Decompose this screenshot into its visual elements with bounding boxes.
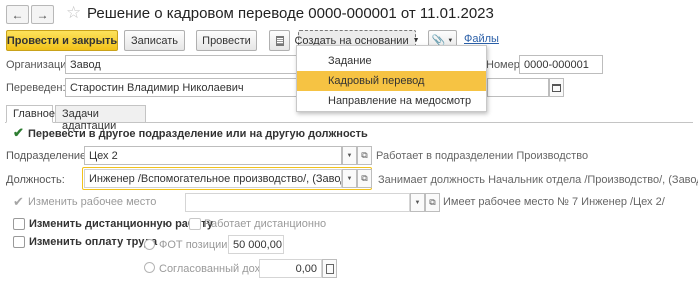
fot-field[interactable]: 50 000,00 [228, 235, 284, 254]
remote-checkbox[interactable] [13, 218, 25, 230]
chevron-down-icon: ▼ [412, 37, 420, 44]
workplace-checkbox[interactable]: ✔ [13, 194, 25, 209]
files-link[interactable]: Файлы [464, 33, 499, 45]
journal-button[interactable] [269, 30, 290, 51]
department-label: Подразделение: [6, 150, 90, 162]
open-link-icon: ⧉ [429, 197, 436, 207]
position-note: Занимает должность Начальник отдела /Про… [378, 174, 698, 186]
checkmark-icon: ✔ [13, 125, 24, 140]
post-button[interactable]: Провести [196, 30, 257, 51]
department-open-button[interactable]: ⧉ [357, 146, 372, 165]
arrow-right-icon: → [36, 7, 49, 22]
post-and-close-button[interactable]: Провести и закрыть [6, 30, 118, 51]
checkmark-icon: ✔ [13, 194, 24, 209]
calculator-icon [325, 263, 334, 274]
save-button[interactable]: Записать [124, 30, 185, 51]
calendar-icon [552, 83, 561, 92]
tab-main[interactable]: Главное [6, 105, 56, 123]
position-label: Должность: [6, 174, 65, 186]
chevron-down-icon: ▼ [414, 199, 421, 206]
arrow-left-icon: ← [11, 7, 24, 22]
position-field[interactable]: Инженер /Вспомогательное производство/, … [84, 169, 342, 188]
tab-adaptation-tasks[interactable]: Задачи адаптации [55, 105, 146, 132]
workplace-checkbox-label: Изменить рабочее место [28, 196, 157, 208]
chevron-down-icon: ▼ [447, 37, 454, 44]
pay-checkbox[interactable] [13, 236, 25, 248]
menu-item-personnel-transfer[interactable]: Кадровый перевод [297, 71, 486, 91]
agreed-income-calc-button[interactable] [322, 259, 337, 278]
fot-label: ФОТ позиции [159, 239, 228, 251]
transferred-label: Переведен: [6, 82, 66, 94]
workplace-field[interactable] [185, 193, 410, 212]
transfer-checkbox[interactable]: ✔ [13, 125, 25, 140]
department-dropdown-button[interactable]: ▼ [342, 146, 357, 165]
organization-field[interactable]: Завод [65, 55, 297, 74]
open-link-icon: ⧉ [361, 173, 368, 183]
menu-item-task[interactable]: Задание [297, 51, 486, 71]
favorite-star-icon[interactable]: ☆ [66, 3, 81, 23]
tab-main-label: Главное [13, 108, 56, 120]
agreed-income-field[interactable]: 0,00 [259, 259, 322, 278]
document-list-icon [275, 35, 284, 46]
employee-field[interactable]: Старостин Владимир Николаевич [65, 78, 297, 97]
files-link-label: Файлы [464, 33, 499, 45]
position-dropdown-button[interactable]: ▼ [342, 169, 357, 188]
department-field[interactable]: Цех 2 [84, 146, 342, 165]
forward-button[interactable]: → [31, 5, 54, 24]
fot-radio[interactable] [144, 239, 155, 250]
remote-works-label: Работает дистанционно [204, 218, 327, 230]
page-title: Решение о кадровом переводе 0000-000001 … [87, 5, 494, 22]
create-based-on-menu: Задание Кадровый перевод Направление на … [296, 45, 487, 112]
chevron-down-icon: ▼ [346, 175, 353, 182]
position-open-button[interactable]: ⧉ [357, 169, 372, 188]
pay-checkbox-label: Изменить оплату труда [29, 236, 158, 248]
remote-checkbox-label: Изменить дистанционную работу [29, 218, 213, 230]
back-button[interactable]: ← [6, 5, 29, 24]
open-link-icon: ⧉ [361, 150, 368, 160]
agreed-income-radio[interactable] [144, 262, 155, 273]
number-field[interactable]: 0000-000001 [519, 55, 603, 74]
remote-works-checkbox[interactable] [189, 218, 201, 230]
date-field[interactable] [487, 78, 549, 97]
menu-item-medical-referral[interactable]: Направление на медосмотр [297, 91, 486, 111]
workplace-open-button[interactable]: ⧉ [425, 193, 440, 212]
number-label: Номер: [486, 59, 523, 71]
workplace-dropdown-button[interactable]: ▼ [410, 193, 425, 212]
workplace-note: Имеет рабочее место № 7 Инженер /Цех 2/ [443, 196, 665, 208]
chevron-down-icon: ▼ [346, 152, 353, 159]
agreed-income-label: Согласованный доход [159, 263, 273, 275]
transfer-checkbox-label: Перевести в другое подразделение или на … [28, 128, 368, 140]
department-note: Работает в подразделении Производство [376, 150, 589, 162]
calendar-button[interactable] [549, 78, 564, 97]
